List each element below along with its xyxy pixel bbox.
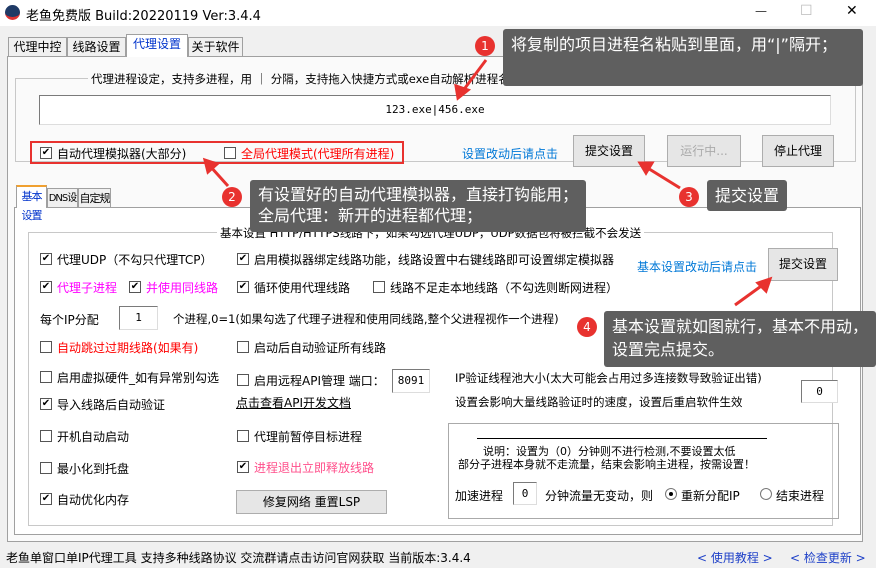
arrow-1 [460,59,488,93]
callout-4-line-2: 设置完点提交。 [612,340,725,359]
callout-badge-4: 4 [577,317,597,337]
callout-3: 提交设置 [707,180,788,211]
arrow-3 [645,165,681,190]
callout-3-text: 提交设置 [715,186,780,205]
callout-badge-3: 3 [679,187,699,207]
callout-badge-1: 1 [475,36,495,56]
callout-4-line-1: 基本设置就如图就行，基本不用动， [612,317,869,336]
callout-1-text: 将复制的项目进程名粘贴到里面，用“|”隔开； [511,35,837,54]
arrow-4 [734,282,765,307]
callout-badge-2: 2 [222,187,242,207]
callout-1: 将复制的项目进程名粘贴到里面，用“|”隔开； [503,29,863,86]
callout-4: 基本设置就如图就行，基本不用动， 设置完点提交。 [604,311,876,367]
tab-proxy-settings[interactable]: 代理设置 [126,34,188,57]
callout-2-line-2: 全局代理：新开的进程都代理； [258,206,483,225]
callout-2-line-1: 有设置好的自动代理模拟器，直接打钩能用； [258,185,579,204]
callout-2: 有设置好的自动代理模拟器，直接打钩能用； 全局代理：新开的进程都代理； [250,180,587,232]
subtab-basic[interactable]: 基本设置 [16,185,47,222]
